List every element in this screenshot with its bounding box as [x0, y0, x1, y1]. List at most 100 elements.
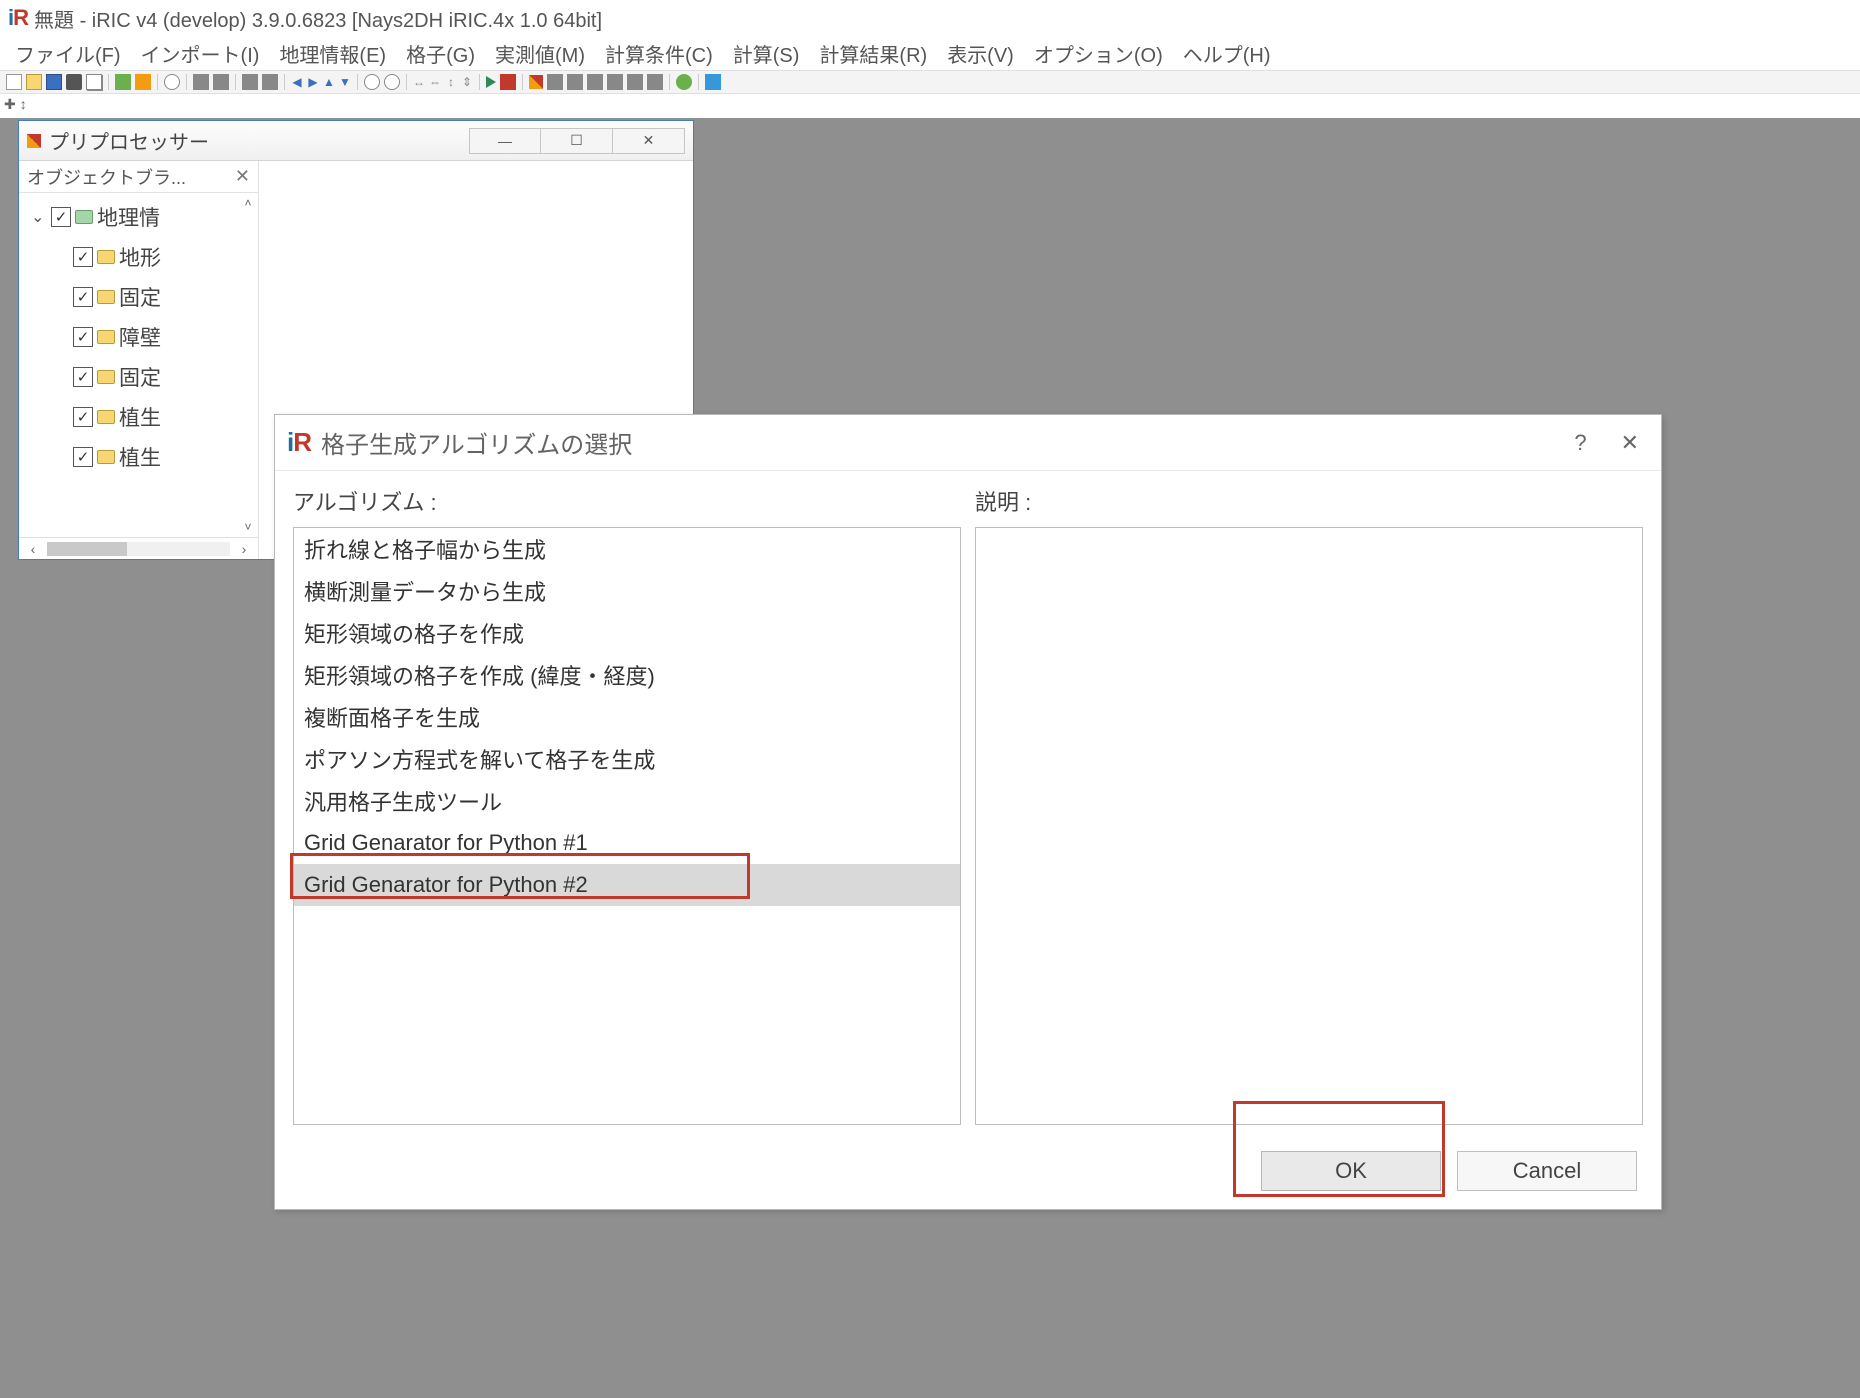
open-icon[interactable] — [26, 74, 42, 90]
shrink-h-icon[interactable]: ⇔ — [429, 76, 441, 88]
algorithm-item[interactable]: Grid Genarator for Python #1 — [294, 822, 960, 864]
tree-item[interactable]: ✓固定 — [23, 277, 254, 317]
edit-icon[interactable] — [529, 75, 543, 89]
window-minimize-button[interactable]: — — [469, 128, 541, 154]
scroll-thumb[interactable] — [47, 542, 127, 556]
chevron-down-icon[interactable]: ⌄ — [31, 207, 47, 227]
window-close-button[interactable]: ✕ — [613, 128, 685, 154]
dialog-close-button[interactable]: ✕ — [1611, 430, 1649, 456]
algorithm-item[interactable]: 矩形領域の格子を作成 — [294, 612, 960, 654]
menu-calc[interactable]: 計算(S) — [724, 34, 809, 73]
collapse-icon[interactable]: ↕ — [20, 96, 27, 112]
menu-calc-cond[interactable]: 計算条件(C) — [596, 34, 722, 73]
checkbox[interactable]: ✓ — [73, 247, 93, 267]
zoom-in-icon[interactable] — [364, 74, 380, 90]
zoom-fit-icon[interactable] — [164, 74, 180, 90]
arrow-right-icon[interactable]: ▶ — [307, 76, 319, 88]
stretch-h-icon[interactable]: ↔ — [413, 76, 425, 88]
info-icon[interactable] — [705, 74, 721, 90]
expand-icon[interactable]: ✚ — [4, 96, 16, 113]
redo-icon[interactable] — [135, 74, 151, 90]
algorithm-item[interactable]: Grid Genarator for Python #2 — [294, 864, 960, 906]
contour-icon[interactable] — [587, 74, 603, 90]
menu-import[interactable]: インポート(I) — [132, 34, 269, 73]
arrow-left-icon[interactable]: ◀ — [291, 76, 303, 88]
separator — [357, 74, 358, 90]
menu-view[interactable]: 表示(V) — [938, 34, 1023, 73]
tree-item-label: 障壁 — [119, 322, 161, 352]
profile-icon[interactable] — [627, 74, 643, 90]
tree-root[interactable]: ⌄ ✓ 地理情 — [23, 197, 254, 237]
new-icon[interactable] — [6, 74, 22, 90]
checkbox[interactable]: ✓ — [73, 407, 93, 427]
menu-measured[interactable]: 実測値(M) — [486, 34, 594, 73]
time-icon[interactable] — [647, 74, 663, 90]
scrollbar-vertical[interactable]: ˄ ˅ — [238, 193, 258, 537]
algorithm-item[interactable]: 矩形領域の格子を作成 (緯度・経度) — [294, 654, 960, 696]
algorithm-item[interactable]: 複断面格子を生成 — [294, 696, 960, 738]
tree-item[interactable]: ✓植生 — [23, 437, 254, 477]
rotate-icon[interactable] — [242, 74, 258, 90]
checkbox[interactable]: ✓ — [73, 327, 93, 347]
tree-item[interactable]: ✓ 植生 — [23, 397, 254, 437]
tree-item-label: 植生 — [119, 402, 161, 432]
app-logo: iR — [287, 427, 311, 458]
preprocessor-title-bar[interactable]: プリプロセッサー — ☐ ✕ — [19, 121, 693, 161]
tree-item[interactable]: ✓地形 — [23, 237, 254, 277]
algorithm-list[interactable]: 折れ線と格子幅から生成横断測量データから生成矩形領域の格子を作成矩形領域の格子を… — [293, 527, 961, 1125]
rotate2-icon[interactable] — [262, 74, 278, 90]
checkbox[interactable]: ✓ — [73, 367, 93, 387]
scroll-right-icon[interactable]: › — [234, 540, 254, 558]
reload-icon[interactable] — [676, 74, 692, 90]
select-icon[interactable] — [193, 74, 209, 90]
tree-item[interactable]: ✓固定 — [23, 357, 254, 397]
shrink-v-icon[interactable]: ⇕ — [461, 76, 473, 88]
menu-geo[interactable]: 地理情報(E) — [270, 34, 395, 73]
save-icon[interactable] — [46, 74, 62, 90]
menu-help[interactable]: ヘルプ(H) — [1174, 34, 1280, 73]
checkbox[interactable]: ✓ — [73, 287, 93, 307]
run-icon[interactable] — [486, 76, 496, 88]
copy-icon[interactable] — [86, 74, 102, 90]
zoom-out-icon[interactable] — [384, 74, 400, 90]
algorithm-item[interactable]: 横断測量データから生成 — [294, 570, 960, 612]
object-tree[interactable]: ⌄ ✓ 地理情 ✓地形✓固定✓障壁✓固定✓植生✓植生 — [19, 193, 258, 537]
arrow-down-icon[interactable]: ▼ — [339, 76, 351, 88]
algorithm-item[interactable]: 汎用格子生成ツール — [294, 780, 960, 822]
checkbox[interactable]: ✓ — [73, 447, 93, 467]
menu-option[interactable]: オプション(O) — [1025, 34, 1172, 73]
dialog-title-bar[interactable]: iR 格子生成アルゴリズムの選択 ? ✕ — [275, 415, 1661, 471]
separator — [669, 74, 670, 90]
menu-file[interactable]: ファイル(F) — [6, 34, 130, 73]
scroll-track[interactable] — [47, 542, 230, 556]
vector-icon[interactable] — [607, 74, 623, 90]
cancel-button[interactable]: Cancel — [1457, 1151, 1637, 1191]
pencil-icon — [27, 134, 41, 148]
scroll-up-icon[interactable]: ˄ — [238, 193, 258, 213]
grid-algorithm-dialog: iR 格子生成アルゴリズムの選択 ? ✕ アルゴリズム : 折れ線と格子幅から生… — [274, 414, 1662, 1210]
checkbox[interactable]: ✓ — [51, 207, 71, 227]
help-button[interactable]: ? — [1560, 430, 1600, 456]
scroll-down-icon[interactable]: ˅ — [238, 517, 258, 537]
chart-icon[interactable] — [567, 74, 583, 90]
select-rect-icon[interactable] — [213, 74, 229, 90]
ok-button[interactable]: OK — [1261, 1151, 1441, 1191]
table-icon[interactable] — [547, 74, 563, 90]
scroll-left-icon[interactable]: ‹ — [23, 540, 43, 558]
tree-item[interactable]: ✓ 障壁 — [23, 317, 254, 357]
object-browser-tab[interactable]: オブジェクトブラ... ✕ — [19, 161, 258, 193]
window-maximize-button[interactable]: ☐ — [541, 128, 613, 154]
close-panel-icon[interactable]: ✕ — [235, 166, 250, 187]
menu-result[interactable]: 計算結果(R) — [810, 34, 936, 73]
stop-icon[interactable] — [500, 74, 516, 90]
separator — [698, 74, 699, 90]
arrow-up-icon[interactable]: ▲ — [323, 76, 335, 88]
stretch-v-icon[interactable]: ↕ — [445, 76, 457, 88]
undo-icon[interactable] — [115, 74, 131, 90]
scrollbar-horizontal[interactable]: ‹ › — [19, 537, 258, 559]
menu-grid[interactable]: 格子(G) — [397, 34, 484, 73]
nav-row: ✚ ↕ — [0, 94, 1860, 114]
algorithm-item[interactable]: ポアソン方程式を解いて格子を生成 — [294, 738, 960, 780]
algorithm-item[interactable]: 折れ線と格子幅から生成 — [294, 528, 960, 570]
snapshot-icon[interactable] — [66, 74, 82, 90]
